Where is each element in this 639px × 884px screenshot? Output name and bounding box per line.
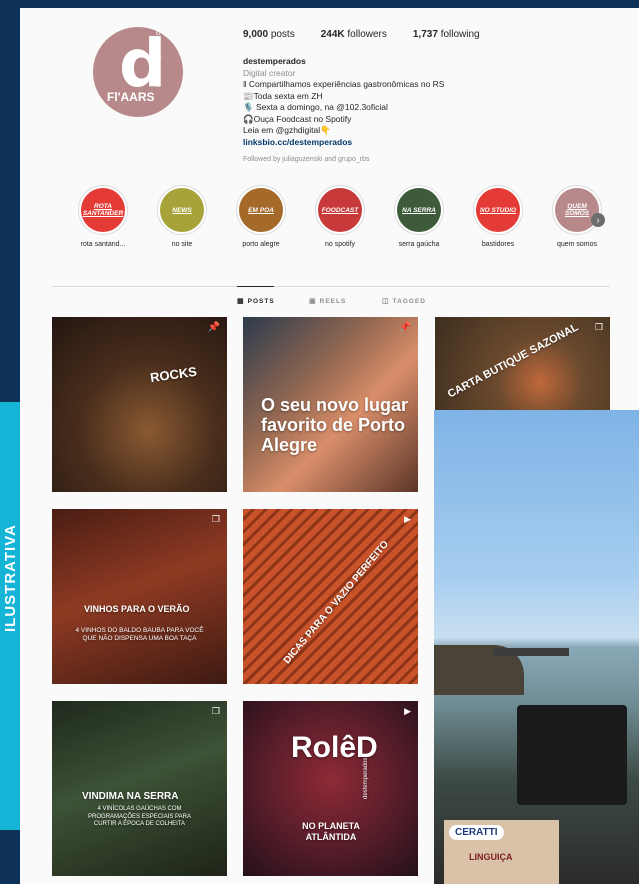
username: destemperados — [243, 56, 306, 66]
highlight-item[interactable]: ROTA SANTANDER rota santand... — [73, 185, 133, 248]
highlight-label: bastidores — [481, 241, 515, 248]
post-subtext: NO PLANETA ATLÂNTIDA — [302, 821, 360, 842]
highlight-cover: ROTA SANTANDER — [81, 188, 125, 232]
product-brand: CERATTI — [449, 825, 504, 840]
bio-line: Leia em @gzhdigital👇 — [243, 125, 331, 135]
highlight-item[interactable]: NA SERRA serra gaúcha — [389, 185, 449, 248]
following-count[interactable]: 1,737 following — [413, 29, 480, 40]
posts-count: 9,000 posts — [243, 29, 295, 40]
product-box: CERATTI LINGUIÇA — [444, 820, 559, 884]
category-label: Digital creator — [243, 67, 296, 78]
black-bag — [517, 705, 627, 805]
post-tile[interactable]: ▶ DICAS PARA O VAZIO PERFEITO — [243, 509, 418, 684]
story-highlights: ROTA SANTANDER rota santand... NEWS no s… — [0, 185, 639, 255]
avatar-vertical-text: destemperados — [155, 27, 162, 87]
tab-reels[interactable]: ▣ REELS — [309, 297, 346, 305]
post-tile[interactable]: 📌 ROCKS — [52, 317, 227, 492]
post-tile[interactable]: ❐ CARTA BUTIQUE SAZONAL — [435, 317, 610, 410]
bio-line: 📰Toda sexta em ZH — [243, 90, 323, 101]
bio-line: ‖ Compartilhamos experiências gastronômi… — [243, 79, 445, 89]
reel-icon: ▶ — [404, 514, 411, 524]
post-vertical-text: destemperados — [363, 757, 369, 799]
reels-icon: ▣ — [309, 298, 317, 305]
overlay-photo: CERATTI LINGUIÇA — [434, 410, 639, 884]
bio-link[interactable]: linksbio.cc/destemperados — [243, 137, 444, 149]
carousel-icon: ❐ — [594, 322, 603, 332]
tabs-divider — [52, 286, 610, 287]
highlight-label: no site — [171, 241, 193, 248]
post-subtext: 4 VINHOS DO BALDO BAUBA PARA VOCÊ QUE NÃ… — [75, 627, 204, 642]
carousel-icon: ❐ — [211, 514, 220, 524]
reel-icon: ▶ — [404, 706, 411, 716]
post-tile[interactable]: 📌 O seu novo lugar favorito de Porto Ale… — [243, 317, 418, 492]
post-tile[interactable]: ▶ RolêD NO PLANETA ATLÂNTIDA destemperad… — [243, 701, 418, 876]
bio-line: 🎙️ Sexta a domingo, na @102.3oficial — [243, 102, 388, 112]
highlight-cover: NO STUDIO — [476, 188, 520, 232]
chevron-right-icon[interactable]: › — [591, 213, 605, 227]
highlight-cover: FOODCAST — [318, 188, 362, 232]
profile-bio: destemperados Digital creator ‖ Comparti… — [243, 56, 444, 166]
highlight-cover: QUEM SOMOS — [555, 188, 599, 232]
illustrative-label: ILUSTRATIVA — [2, 524, 19, 632]
highlight-item[interactable]: EM POA porto alegre — [231, 185, 291, 248]
product-name: LINGUIÇA — [469, 852, 513, 862]
highlight-label: no spotify — [325, 241, 355, 248]
tagged-icon: ◫ — [382, 298, 390, 305]
tab-posts[interactable]: ▦ POSTS — [237, 297, 275, 305]
post-tile[interactable]: ❐ VINHOS PARA O VERÃO 4 VINHOS DO BALDO … — [52, 509, 227, 684]
avatar-script: Fl'AARS — [107, 90, 155, 104]
post-text: VINHOS PARA O VERÃO — [84, 604, 190, 614]
pin-icon: 📌 — [207, 322, 220, 333]
highlight-label: rota santand... — [80, 241, 126, 248]
profile-stats: 9,000 posts 244K followers 1,737 followi… — [243, 29, 480, 40]
carousel-icon: ❐ — [211, 706, 220, 716]
highlight-item[interactable]: FOODCAST no spotify — [310, 185, 370, 248]
post-tile[interactable]: ❐ VINDIMA NA SERRA 4 VINÍCOLAS GAÚCHAS C… — [52, 701, 227, 876]
pin-icon: 📌 — [398, 322, 411, 333]
pier — [494, 648, 569, 656]
active-tab-indicator — [237, 286, 274, 287]
highlight-item[interactable]: NEWS no site — [152, 185, 212, 248]
post-text: O seu novo lugar favorito de Porto Alegr… — [261, 395, 409, 455]
accent-bar: ILUSTRATIVA — [0, 402, 20, 830]
highlight-label: quem somos — [556, 241, 598, 248]
post-text: DICAS PARA O VAZIO PERFEITO — [281, 538, 392, 667]
highlight-item[interactable]: NO STUDIO bastidores — [468, 185, 528, 248]
followers-count[interactable]: 244K followers — [321, 29, 387, 40]
bio-line: 🎧Ouça Foodcast no Spotify — [243, 113, 352, 124]
followed-by[interactable]: Followed by juliaguzenski and grupo_rbs — [243, 154, 444, 166]
post-text: VINDIMA NA SERRA — [82, 791, 179, 802]
highlight-label: serra gaúcha — [398, 241, 440, 248]
top-background-strip — [380, 0, 639, 8]
post-text: ROCKS — [149, 363, 198, 386]
highlight-label: porto alegre — [242, 241, 280, 248]
highlight-cover: EM POA — [239, 188, 283, 232]
post-text: CARTA BUTIQUE SAZONAL — [445, 321, 581, 401]
highlight-cover: NA SERRA — [397, 188, 441, 232]
grid-icon: ▦ — [237, 298, 245, 305]
profile-avatar[interactable]: d Fl'AARS destemperados — [93, 27, 183, 117]
highlight-cover: NEWS — [160, 188, 204, 232]
post-subtext: 4 VINÍCOLAS GAÚCHAS COM PROGRAMAÇÕES ESP… — [88, 806, 191, 827]
tab-tagged[interactable]: ◫ TAGGED — [382, 297, 426, 305]
